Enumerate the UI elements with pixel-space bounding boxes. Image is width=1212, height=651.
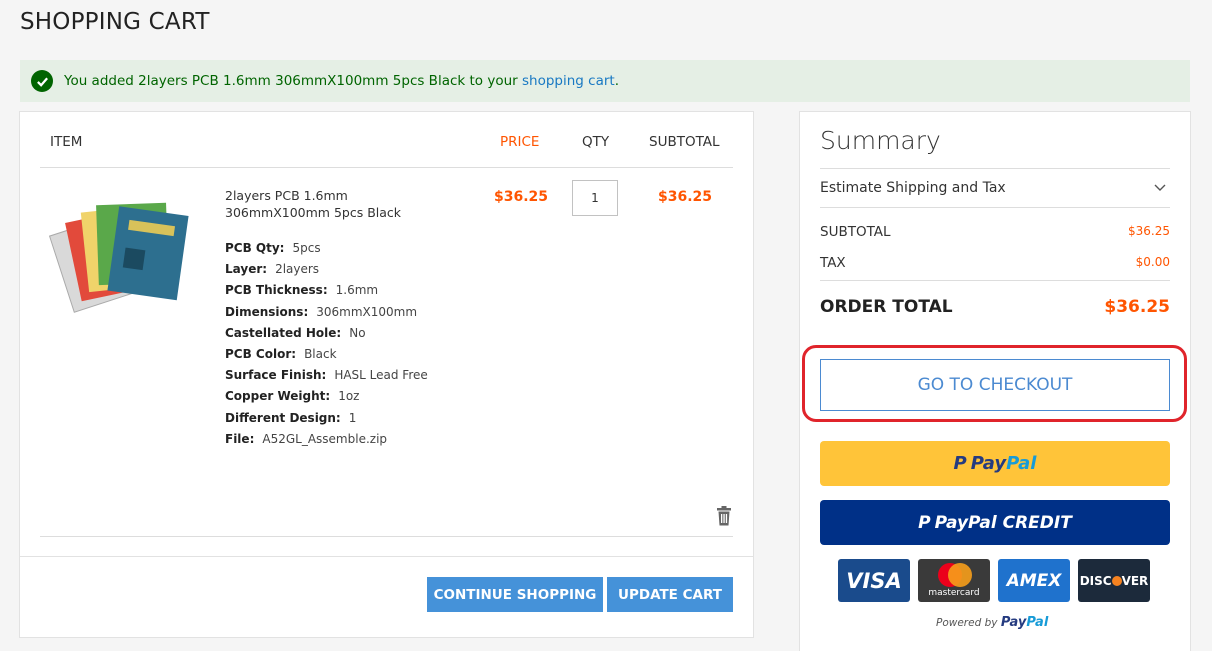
estimate-shipping-label: Estimate Shipping and Tax (820, 180, 1006, 196)
column-qty: QTY (582, 134, 610, 150)
option-row: PCB Color: Black (225, 344, 428, 365)
discover-icon: DISC VER (1078, 559, 1150, 602)
order-summary: Summary Estimate Shipping and Tax SUBTOT… (799, 111, 1191, 651)
option-row: PCB Qty: 5pcs (225, 238, 428, 259)
option-row: File: A52GL_Assemble.zip (225, 429, 428, 450)
payment-cards: VISA mastercard AMEX DISC VER (838, 559, 1150, 602)
order-total-value: $36.25 (1104, 297, 1170, 317)
option-value: HASL Lead Free (334, 368, 428, 383)
item-divider (40, 536, 733, 537)
order-total-row: ORDER TOTAL $36.25 (820, 297, 1170, 317)
success-message: You added 2layers PCB 1.6mm 306mmX100mm … (20, 60, 1190, 102)
option-label: PCB Thickness: (225, 283, 328, 298)
paypal-icon: P (918, 512, 931, 533)
paypal-credit-button[interactable]: P PayPal CREDIT (820, 500, 1170, 545)
option-row: PCB Thickness: 1.6mm (225, 280, 428, 301)
option-row: Surface Finish: HASL Lead Free (225, 365, 428, 386)
summary-subtotal-label: SUBTOTAL (820, 224, 891, 240)
summary-subtotal-row: SUBTOTAL $36.25 (820, 224, 1170, 240)
shopping-cart-link[interactable]: shopping cart (522, 73, 615, 89)
option-value: A52GL_Assemble.zip (262, 431, 388, 446)
column-subtotal: SUBTOTAL (649, 134, 720, 150)
visa-icon: VISA (838, 559, 910, 602)
mastercard-icon: mastercard (918, 559, 990, 602)
option-value: 1oz (338, 389, 360, 404)
option-row: Dimensions: 306mmX100mm (225, 302, 428, 323)
option-label: Dimensions: (225, 304, 309, 319)
paypal-icon: P (953, 453, 967, 474)
amex-icon: AMEX (998, 559, 1070, 602)
option-row: Castellated Hole: No (225, 323, 428, 344)
paypal-pay-text: Pay (970, 453, 1007, 474)
option-value: No (349, 325, 366, 340)
option-value: 1 (348, 410, 357, 425)
option-row: Different Design: 1 (225, 408, 428, 429)
option-value: 2layers (275, 262, 320, 277)
powered-by-paypal: Powered by PayPal (936, 615, 1049, 630)
summary-title: Summary (820, 126, 941, 155)
actions-divider (20, 556, 753, 557)
paypal-pal-text: Pal (1006, 453, 1037, 474)
summary-tax-row: TAX $0.00 (820, 255, 1170, 271)
option-row: Layer: 2layers (225, 259, 428, 280)
option-value: 1.6mm (335, 283, 379, 298)
summary-tax-value: $0.00 (1135, 255, 1170, 269)
column-item: ITEM (50, 134, 83, 150)
cart-header: ITEM PRICE QTY SUBTOTAL (40, 112, 733, 168)
option-label: Copper Weight: (225, 389, 331, 404)
option-label: PCB Color: (225, 347, 297, 362)
checkmark-icon (31, 70, 53, 92)
alert-text: You added 2layers PCB 1.6mm 306mmX100mm … (64, 73, 619, 89)
option-label: Surface Finish: (225, 368, 327, 383)
go-to-checkout-button[interactable]: GO TO CHECKOUT (820, 359, 1170, 411)
order-total-label: ORDER TOTAL (820, 297, 953, 317)
option-row: Copper Weight: 1oz (225, 386, 428, 407)
paypal-button[interactable]: P Pay Pal (820, 441, 1170, 486)
option-value: 5pcs (292, 241, 321, 255)
product-name[interactable]: 2layers PCB 1.6mm 306mmX100mm 5pcs Black (225, 187, 425, 221)
page-title: SHOPPING CART (20, 9, 210, 35)
option-value: 306mmX100mm (316, 304, 418, 319)
column-price: PRICE (500, 134, 540, 150)
option-label: PCB Qty: (225, 241, 285, 255)
option-label: Different Design: (225, 410, 341, 425)
item-subtotal: $36.25 (658, 189, 713, 205)
item-price: $36.25 (494, 189, 549, 205)
option-label: Layer: (225, 262, 268, 277)
cart-table: ITEM PRICE QTY SUBTOTAL 2layers PCB 1.6m… (19, 111, 754, 638)
qty-input[interactable] (572, 180, 618, 216)
continue-shopping-button[interactable]: CONTINUE SHOPPING (427, 577, 603, 612)
paypal-credit-text: PayPal CREDIT (934, 512, 1072, 533)
summary-divider (820, 280, 1170, 281)
option-label: Castellated Hole: (225, 325, 342, 340)
estimate-shipping-toggle[interactable]: Estimate Shipping and Tax (820, 168, 1170, 208)
trash-icon[interactable] (716, 506, 732, 526)
summary-subtotal-value: $36.25 (1128, 224, 1170, 238)
option-label: File: (225, 431, 255, 446)
product-image[interactable] (42, 190, 202, 320)
update-cart-button[interactable]: UPDATE CART (607, 577, 733, 612)
summary-tax-label: TAX (820, 255, 846, 271)
option-value: Black (304, 347, 337, 362)
chevron-down-icon (1154, 184, 1166, 191)
product-options: PCB Qty: 5pcs Layer: 2layers PCB Thickness… (225, 238, 428, 450)
